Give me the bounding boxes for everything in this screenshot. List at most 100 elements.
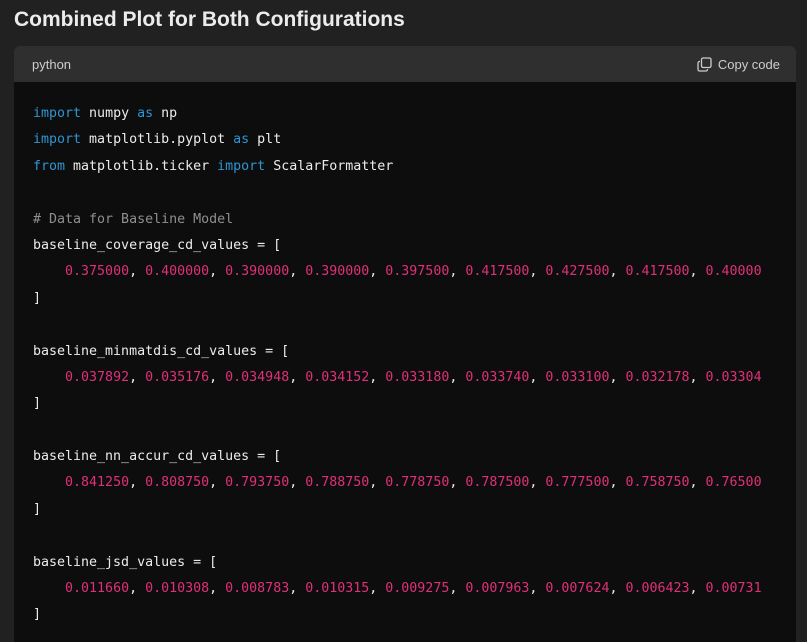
section-heading: Combined Plot for Both Configurations <box>14 8 405 31</box>
code-text: baseline_nn_accur_cd_values = [ <box>33 449 282 465</box>
code-text: , <box>689 369 706 385</box>
code-number: 0.793750 <box>225 475 290 491</box>
code-number: 0.033100 <box>545 369 610 385</box>
code-text: , <box>209 264 226 280</box>
code-keyword: as <box>137 106 154 121</box>
code-number: 0.008783 <box>225 581 290 597</box>
code-line: ] <box>33 602 796 628</box>
code-number: 0.841250 <box>65 475 130 491</box>
code-keyword: import <box>217 158 266 174</box>
code-number: 0.787500 <box>465 475 530 491</box>
code-number: 0.390000 <box>305 264 370 280</box>
code-text: matplotlib.pyplot <box>81 132 234 148</box>
code-number: 0.007963 <box>465 581 530 597</box>
code-text: , <box>289 264 306 280</box>
code-block-header: python Copy code <box>14 46 796 82</box>
code-line: 0.011660, 0.010308, 0.008783, 0.010315, … <box>33 576 796 602</box>
code-line: ] <box>33 497 796 523</box>
code-number: 0.006423 <box>625 581 690 597</box>
code-line: # Data for Baseline Model <box>33 207 796 233</box>
code-line: baseline_minmatdis_cd_values = [ <box>33 339 796 365</box>
code-number: 0.76500 <box>705 475 762 491</box>
code-number: 0.778750 <box>385 475 450 491</box>
copy-code-button[interactable]: Copy code <box>697 57 780 72</box>
code-text: ScalarFormatter <box>265 158 394 174</box>
code-text: , <box>369 475 386 491</box>
code-keyword: import <box>33 132 82 148</box>
code-keyword: from <box>33 158 66 174</box>
code-text: , <box>129 264 146 280</box>
code-text: , <box>289 475 306 491</box>
code-number: 0.033180 <box>385 369 450 385</box>
code-text: , <box>209 475 226 491</box>
code-line: ] <box>33 391 796 417</box>
code-number: 0.03304 <box>705 369 762 385</box>
code-line: import numpy as np <box>33 101 796 127</box>
code-text: , <box>529 475 546 491</box>
code-text: , <box>529 264 546 280</box>
code-text: matplotlib.ticker <box>65 158 218 174</box>
code-number: 0.034152 <box>305 369 370 385</box>
code-line: from matplotlib.ticker import ScalarForm… <box>33 154 796 180</box>
code-text: , <box>369 369 386 385</box>
code-number: 0.032178 <box>625 369 690 385</box>
code-number: 0.390000 <box>225 264 290 280</box>
code-number: 0.375000 <box>65 264 130 280</box>
code-text: , <box>609 264 626 280</box>
code-number: 0.035176 <box>145 369 210 385</box>
code-number: 0.40000 <box>705 264 762 280</box>
code-line: ] <box>33 286 796 312</box>
code-number: 0.037892 <box>65 369 130 385</box>
code-line: baseline_coverage_cd_values = [ <box>33 233 796 259</box>
code-text: , <box>609 369 626 385</box>
code-number: 0.010308 <box>145 581 210 597</box>
code-line: baseline_jsd_values = [ <box>33 550 796 576</box>
code-content[interactable]: import numpy as np import matplotlib.pypl… <box>14 82 796 629</box>
code-text: , <box>129 581 146 597</box>
copy-icon <box>697 56 712 72</box>
code-keyword: as <box>233 132 250 148</box>
code-text: , <box>689 581 706 597</box>
code-number: 0.00731 <box>705 581 762 597</box>
code-text: , <box>129 475 146 491</box>
code-text: , <box>609 581 626 597</box>
code-text: , <box>369 581 386 597</box>
code-number: 0.400000 <box>145 264 210 280</box>
code-text: , <box>689 475 706 491</box>
copy-code-label: Copy code <box>717 56 780 72</box>
code-text: , <box>129 369 146 385</box>
code-text: , <box>369 264 386 280</box>
code-text: , <box>209 581 226 597</box>
code-number: 0.788750 <box>305 475 370 491</box>
code-language-label: python <box>32 56 72 72</box>
code-text: ] <box>33 290 42 306</box>
code-text: , <box>609 475 626 491</box>
code-number: 0.417500 <box>625 264 690 280</box>
code-text: , <box>449 475 466 491</box>
code-line: import matplotlib.pyplot as plt <box>33 127 796 153</box>
code-text: , <box>689 264 706 280</box>
code-text: baseline_jsd_values = [ <box>33 554 218 570</box>
code-number: 0.808750 <box>145 475 210 491</box>
code-text: baseline_minmatdis_cd_values = [ <box>33 343 290 359</box>
code-text: , <box>209 369 226 385</box>
code-text: , <box>289 581 306 597</box>
code-number: 0.009275 <box>385 581 450 597</box>
code-text: ] <box>33 396 42 412</box>
code-text: , <box>449 264 466 280</box>
code-number: 0.397500 <box>385 264 450 280</box>
code-number: 0.777500 <box>545 475 610 491</box>
code-text: , <box>449 581 466 597</box>
code-line: 0.037892, 0.035176, 0.034948, 0.034152, … <box>33 365 796 391</box>
code-text: numpy <box>81 106 138 121</box>
code-number: 0.427500 <box>545 264 610 280</box>
code-number: 0.034948 <box>225 369 290 385</box>
code-number: 0.010315 <box>305 581 370 597</box>
code-comment: # Data for Baseline Model <box>33 211 234 227</box>
code-text: , <box>449 369 466 385</box>
